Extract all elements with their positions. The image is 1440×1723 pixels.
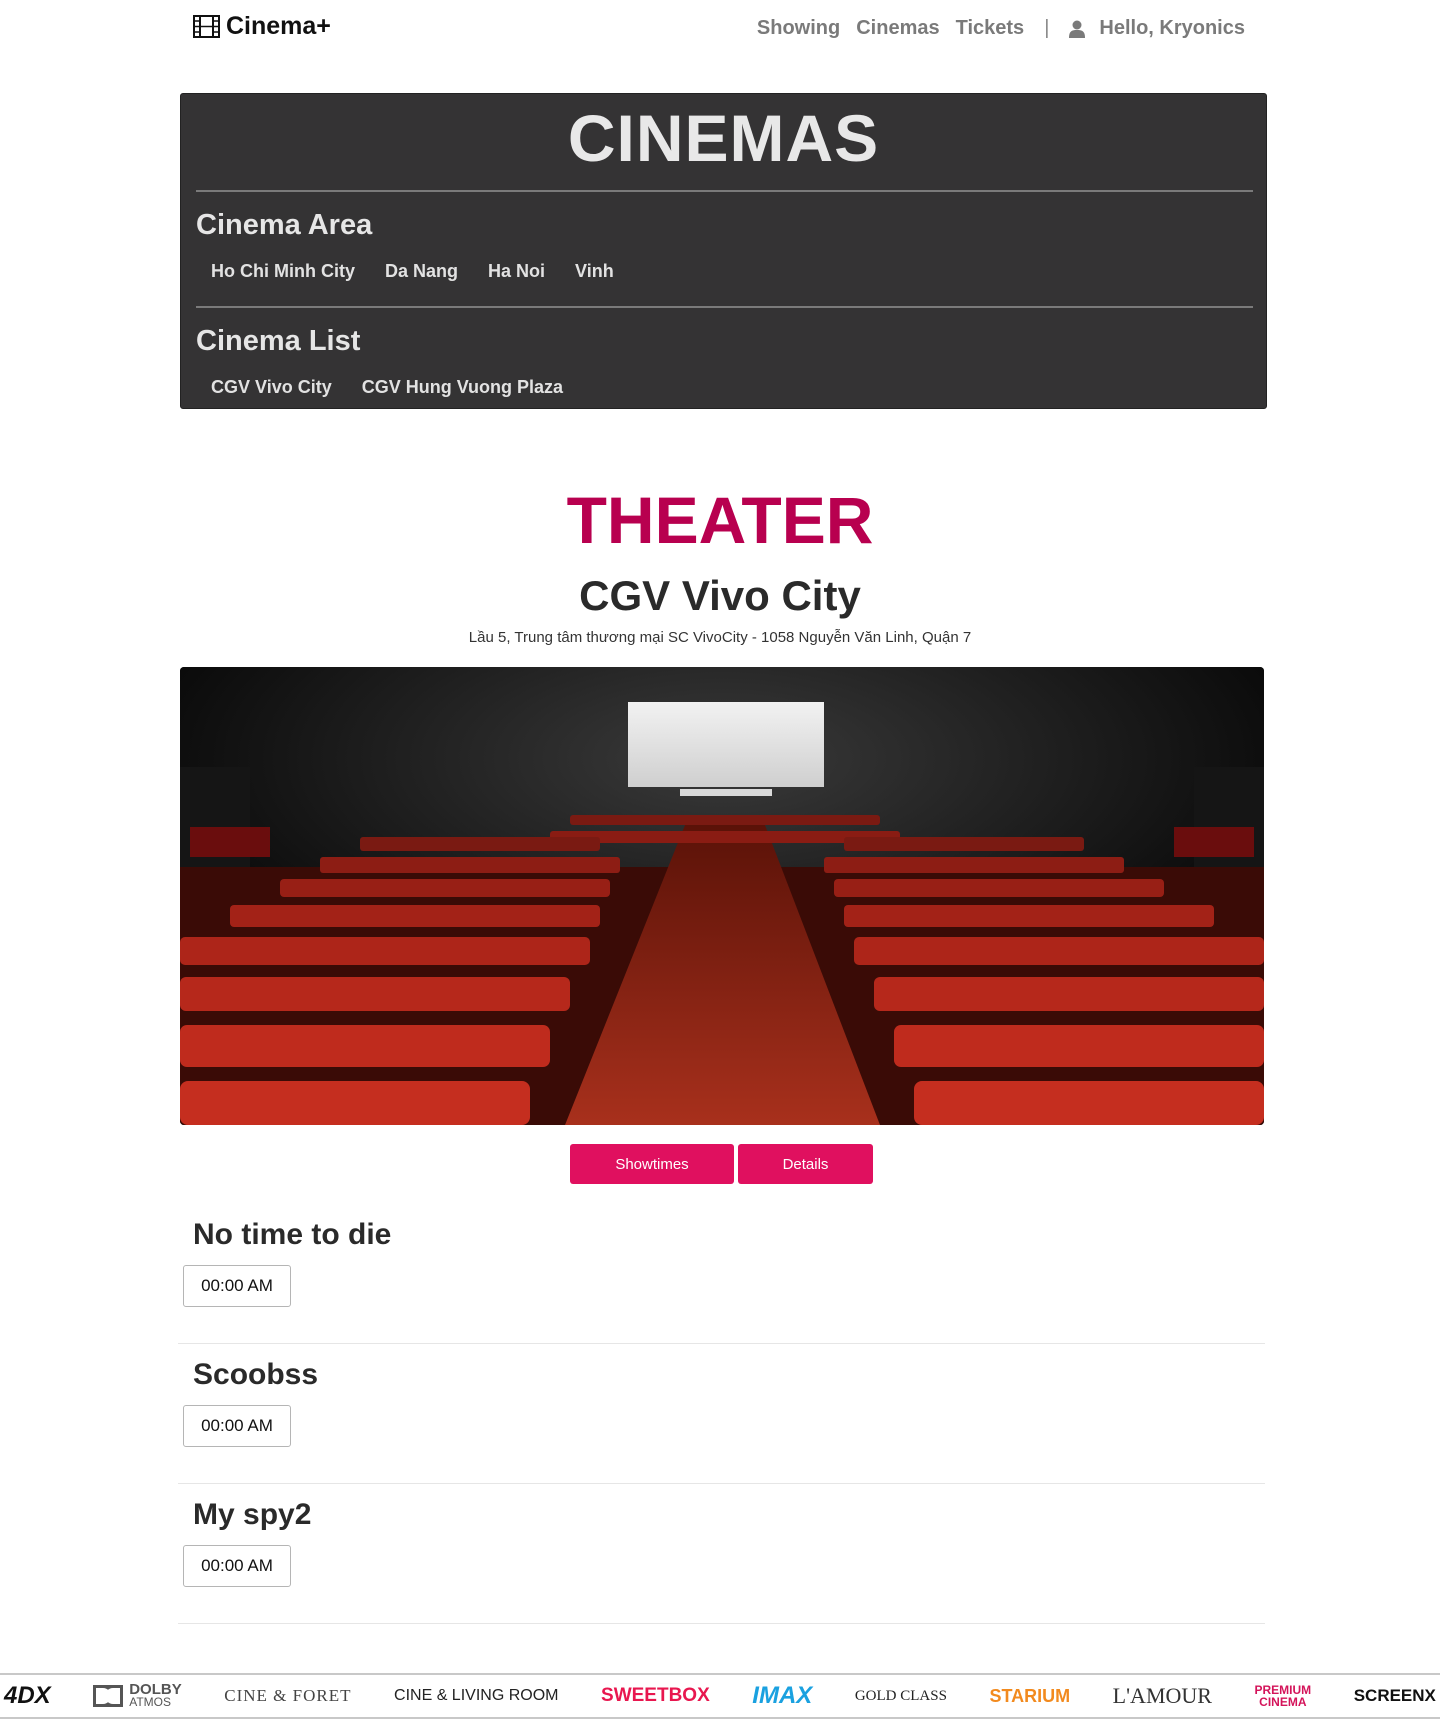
cinema-cgv-hung-vuong-plaza[interactable]: CGV Hung Vuong Plaza — [362, 377, 563, 398]
nav-link-showing[interactable]: Showing — [757, 17, 840, 40]
brand-4dx-logo[interactable]: 4DX — [4, 1682, 51, 1710]
dolby-double-d-icon — [93, 1685, 124, 1707]
user-menu[interactable]: Hello, Kryonics — [1069, 17, 1245, 40]
premium-cinema-label: CINEMA — [1259, 1695, 1307, 1709]
cinema-list-heading: Cinema List — [196, 325, 361, 357]
nav-link-tickets[interactable]: Tickets — [956, 17, 1025, 40]
brand-logo[interactable]: Cinema+ — [193, 12, 331, 41]
movie-title: No time to die — [193, 1218, 392, 1251]
area-ho-chi-minh-city[interactable]: Ho Chi Minh City — [211, 261, 355, 282]
user-icon — [1069, 20, 1086, 38]
format-brands-strip: 4DX DOLBY ATMOS CINE & FORET CINE & LIVI… — [0, 1673, 1440, 1719]
showtime-button[interactable]: 00:00 AM — [183, 1405, 291, 1447]
atmos-label: ATMOS — [129, 1695, 171, 1709]
brand-dolby-atmos-logo[interactable]: DOLBY ATMOS — [93, 1682, 182, 1709]
cinema-area-heading: Cinema Area — [196, 209, 373, 241]
showtime-button[interactable]: 00:00 AM — [183, 1545, 291, 1587]
area-da-nang[interactable]: Da Nang — [385, 261, 458, 282]
user-greeting: Hello, Kryonics — [1099, 17, 1245, 39]
film-icon — [193, 15, 220, 38]
movie-title: Scoobss — [193, 1358, 319, 1391]
brand-cine-foret-logo[interactable]: CINE & FORET — [224, 1686, 351, 1706]
cinema-area-list: Ho Chi Minh City Da Nang Ha Noi Vinh — [211, 261, 614, 282]
navbar: Cinema+ Showing Cinemas Tickets | Hello,… — [0, 0, 1440, 60]
brand-gold-class-logo[interactable]: GOLD CLASS — [855, 1688, 947, 1705]
theater-tabs: Showtimes Details — [570, 1144, 873, 1184]
cinema-cgv-vivo-city[interactable]: CGV Vivo City — [211, 377, 332, 398]
cinema-address: Lầu 5, Trung tâm thương mại SC VivoCity … — [468, 629, 972, 646]
tab-showtimes[interactable]: Showtimes — [570, 1144, 734, 1184]
showtime-button[interactable]: 00:00 AM — [183, 1265, 291, 1307]
theater-photo — [180, 667, 1264, 1125]
brand-starium-logo[interactable]: STARIUM — [989, 1686, 1070, 1707]
brand-imax-logo[interactable]: IMAX — [752, 1682, 812, 1710]
brand-lamour-logo[interactable]: L'AMOUR — [1113, 1683, 1212, 1709]
cinema-list: CGV Vivo City CGV Hung Vuong Plaza — [211, 377, 563, 398]
brand-premium-cinema-logo[interactable]: PREMIUM CINEMA — [1255, 1684, 1312, 1708]
theater-photo-illustration — [180, 667, 1264, 1125]
showtime-item: Scoobss 00:00 AM — [178, 1344, 1265, 1484]
cinema-name: CGV Vivo City — [579, 572, 861, 619]
area-ha-noi[interactable]: Ha Noi — [488, 261, 545, 282]
nav-links: Showing Cinemas Tickets | Hello, Kryonic… — [757, 17, 1245, 40]
nav-separator: | — [1044, 17, 1050, 39]
theater-title: THEATER — [566, 483, 874, 557]
cinemas-panel: CINEMAS Cinema Area Ho Chi Minh City Da … — [180, 93, 1267, 409]
brand-sweetbox-logo[interactable]: SWEETBOX — [601, 1685, 710, 1707]
brand-cine-living-room-logo[interactable]: CINE & LIVING ROOM — [394, 1687, 558, 1705]
showtime-item: No time to die 00:00 AM — [178, 1204, 1265, 1344]
brand-name: Cinema+ — [226, 12, 331, 40]
nav-link-cinemas[interactable]: Cinemas — [856, 17, 939, 40]
tab-details[interactable]: Details — [738, 1144, 873, 1184]
movie-title: My spy2 — [193, 1498, 312, 1531]
cinemas-title: CINEMAS — [567, 101, 880, 175]
showtime-item: My spy2 00:00 AM — [178, 1484, 1265, 1624]
brand-screenx-logo[interactable]: SCREENX — [1354, 1686, 1436, 1706]
area-vinh[interactable]: Vinh — [575, 261, 614, 282]
panel-divider — [196, 190, 1253, 192]
panel-divider — [196, 306, 1253, 308]
